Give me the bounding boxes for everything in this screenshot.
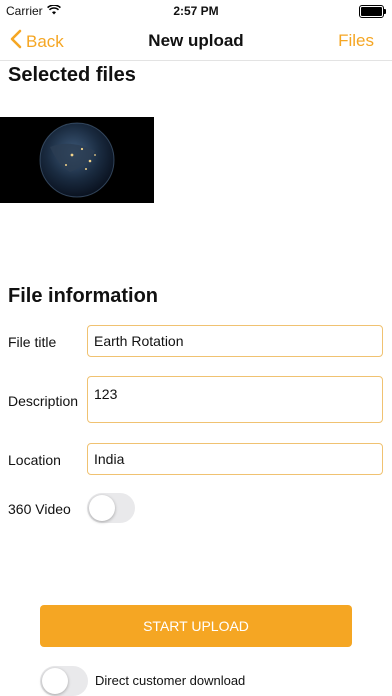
location-input[interactable]: India	[87, 443, 383, 475]
navigation-bar: Back New upload Files	[0, 22, 392, 61]
files-button[interactable]: Files	[338, 31, 374, 51]
video360-label: 360 Video	[8, 501, 71, 517]
file-information-heading: File information	[8, 285, 158, 307]
file-title-label: File title	[8, 334, 57, 350]
page-title: New upload	[148, 31, 244, 50]
battery-icon	[359, 5, 386, 18]
earth-image	[0, 117, 154, 203]
direct-download-toggle[interactable]	[40, 666, 88, 696]
selected-files-heading: Selected files	[8, 64, 136, 86]
status-time: 2:57 PM	[173, 4, 219, 18]
video360-toggle[interactable]	[87, 493, 135, 523]
video-thumbnail[interactable]	[0, 117, 154, 203]
location-label: Location	[8, 452, 61, 468]
file-title-input[interactable]: Earth Rotation	[87, 325, 383, 357]
description-label: Description	[8, 393, 79, 409]
status-bar: Carrier 2:57 PM	[0, 0, 392, 22]
start-upload-button[interactable]: START UPLOAD	[40, 605, 352, 647]
direct-download-label: Direct customer download	[95, 673, 246, 688]
description-input[interactable]: 123	[87, 376, 383, 423]
